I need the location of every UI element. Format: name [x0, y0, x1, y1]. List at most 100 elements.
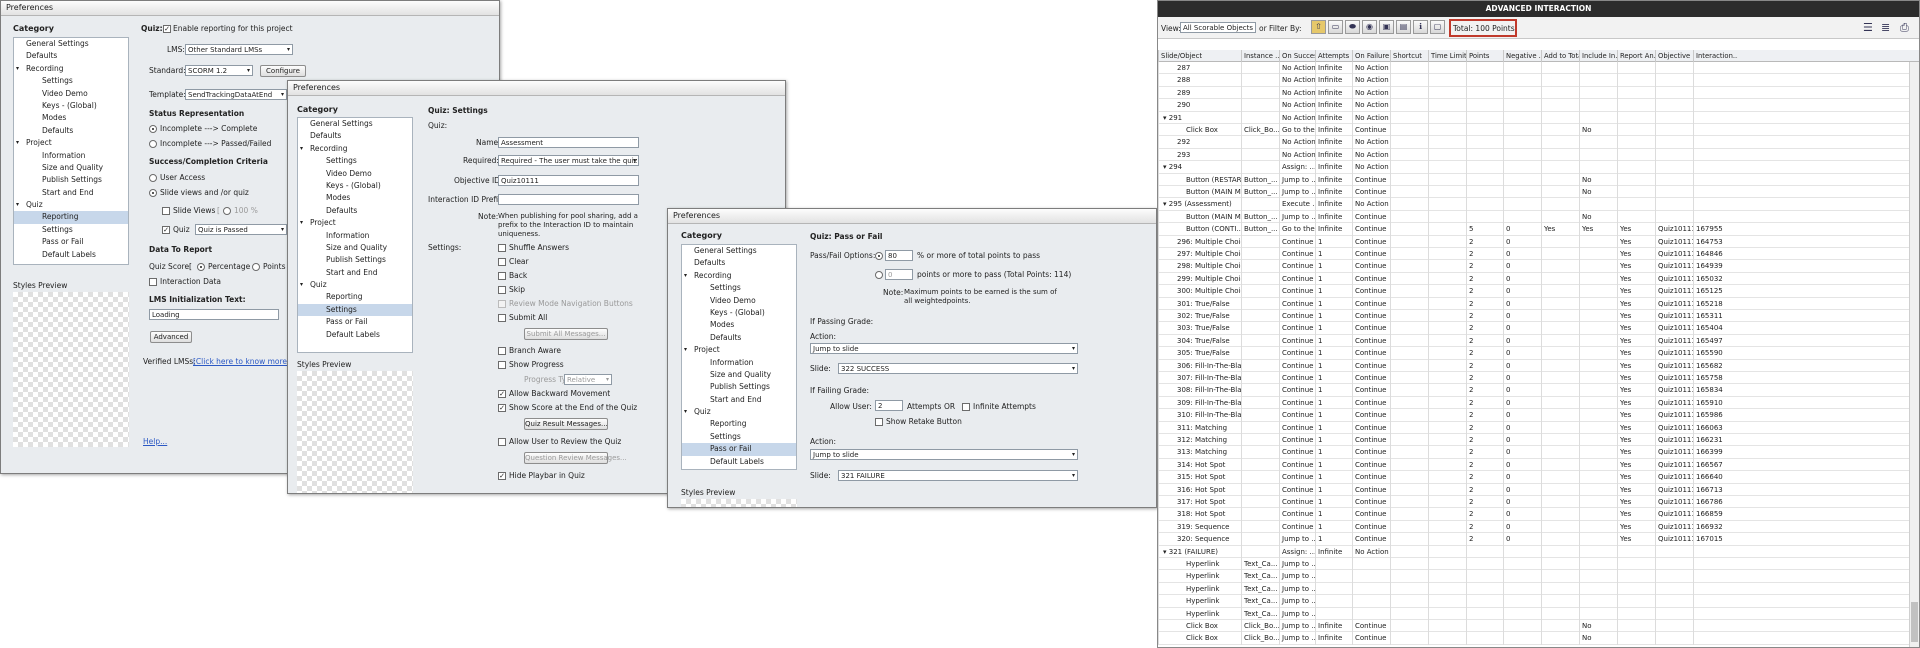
tree-item[interactable]: Defaults — [682, 332, 796, 344]
allow-review-checkbox[interactable] — [498, 438, 506, 446]
points-pass-radio[interactable] — [875, 271, 883, 279]
tree-item[interactable]: ▾ Quiz — [682, 406, 796, 418]
column-header[interactable]: Instance ... — [1241, 50, 1279, 62]
hide-playbar-checkbox[interactable]: ✓ — [498, 472, 506, 480]
table-row[interactable]: 287 No Action Infinite No Action — [1158, 62, 1919, 75]
table-row[interactable]: ▾ 295 (Assessment) Execute ...InfiniteNo … — [1158, 198, 1919, 211]
tree-item[interactable]: Video Demo — [682, 295, 796, 307]
back-checkbox[interactable] — [498, 272, 506, 280]
percent-pass-input[interactable]: 80 — [885, 250, 913, 261]
tree-item[interactable]: Settings — [298, 155, 412, 167]
table-row[interactable]: 290 No Action Infinite No Action — [1158, 99, 1919, 112]
lms-init-input[interactable]: Loading — [149, 309, 279, 320]
column-header[interactable]: Include In... — [1579, 50, 1617, 62]
table-row[interactable]: Button (MAIN M...Button_...Jump to ...In… — [1158, 186, 1919, 199]
table-row[interactable]: 288 No Action Infinite No Action — [1158, 74, 1919, 87]
table-row[interactable]: Hyperlink Text_Ca... Jump to ... — [1158, 558, 1919, 571]
chevron-down-icon[interactable]: ▾ — [684, 406, 687, 418]
tree-item[interactable]: Information — [298, 230, 412, 242]
tree-item[interactable]: Modes — [682, 319, 796, 331]
objective-id-input[interactable]: Quiz10111 — [498, 175, 639, 186]
scrollbar-thumb[interactable] — [1911, 602, 1918, 642]
table-row[interactable]: 296: Multiple Choice Continue1Continue 20 Y… — [1158, 235, 1919, 248]
skip-checkbox[interactable] — [498, 286, 506, 294]
tree-item[interactable]: Defaults — [682, 257, 796, 269]
user-access-radio[interactable] — [149, 174, 157, 182]
filter-slide-icon[interactable]: ▭ — [1328, 20, 1343, 34]
tree-item[interactable]: Start and End — [14, 187, 128, 199]
show-retake-checkbox[interactable] — [875, 418, 883, 426]
help-link[interactable]: Help... — [143, 437, 167, 446]
tree-item[interactable]: Pass or Fail — [682, 443, 796, 456]
tree-item[interactable]: Video Demo — [298, 168, 412, 180]
table-row[interactable]: 289 No Action Infinite No Action — [1158, 86, 1919, 100]
tree-item[interactable]: Keys - (Global) — [298, 180, 412, 192]
table-row[interactable]: 297: Multiple Choice Continue1Continue 20 Y… — [1158, 248, 1919, 261]
table-row[interactable]: 319: Sequence Continue 1 Continue 2 0 Yes Quiz1… — [1158, 520, 1919, 534]
table-row[interactable]: 307: Fill-In-The-Blank Continue1Continue 2… — [1158, 372, 1919, 385]
table-row[interactable]: 293 No Action Infinite No Action — [1158, 148, 1919, 162]
tree-item[interactable]: Publish Settings — [682, 381, 796, 393]
chevron-down-icon[interactable]: ▾ — [16, 199, 19, 211]
incomplete-passed-radio[interactable] — [149, 140, 157, 148]
tree-item[interactable]: General Settings — [14, 38, 128, 50]
column-header[interactable]: Add to Total — [1541, 50, 1579, 62]
table-row[interactable]: 313: Matching Continue 1 Continue 2 0 Yes Quiz1… — [1158, 446, 1919, 459]
points-pass-input[interactable]: 0 — [885, 269, 913, 280]
quiz-checkbox[interactable]: ✓ — [162, 226, 170, 234]
table-row[interactable]: 302: True/False Continue 1 Continue 2 0 Yes Qui… — [1158, 310, 1919, 323]
tree-item[interactable]: Defaults — [298, 205, 412, 217]
tree-item[interactable]: General Settings — [682, 245, 796, 257]
tree-item[interactable]: Default Labels — [298, 329, 412, 341]
tree-item[interactable]: Default Labels — [682, 456, 796, 468]
print-icon[interactable]: ⎙ — [1900, 21, 1909, 35]
tree-item[interactable]: Modes — [298, 192, 412, 204]
chevron-down-icon[interactable]: ▾ — [300, 143, 303, 155]
submit-all-messages-button[interactable]: Submit All Messages... — [524, 328, 608, 340]
column-header[interactable]: Points — [1466, 50, 1503, 62]
advanced-button[interactable]: Advanced — [150, 331, 192, 343]
chevron-down-icon[interactable]: ▾ — [16, 137, 19, 149]
table-row[interactable]: 308: Fill-In-The-Blank Continue1Continue 2… — [1158, 384, 1919, 397]
tree-item[interactable]: Pass or Fail — [14, 236, 128, 248]
template-select[interactable]: SendTrackingDataAtEnd ▾ — [185, 89, 287, 100]
filter-info-icon[interactable]: ℹ — [1413, 20, 1428, 34]
table-row[interactable]: Button (CONTI...Button_...Go to the...In… — [1158, 223, 1919, 236]
quiz-result-messages-button[interactable]: Quiz Result Messages... — [524, 418, 608, 430]
tree-item[interactable]: ▾ Quiz — [14, 199, 128, 211]
table-row[interactable]: 315: Hot Spot Continue 1 Continue 2 0 Yes Quiz1… — [1158, 471, 1919, 484]
table-row[interactable]: 317: Hot Spot Continue 1 Continue 2 0 Yes Quiz1… — [1158, 496, 1919, 509]
tree-item[interactable]: Publish Settings — [298, 254, 412, 266]
table-row[interactable]: Click Box Click_Bo... Jump to ... Infinite C… — [1158, 620, 1919, 633]
table-row[interactable]: 301: True/False Continue 1 Continue 2 0 Yes Qui… — [1158, 297, 1919, 310]
progress-type-select[interactable]: Relative ▾ — [564, 374, 612, 385]
filter-clickbox-icon[interactable]: ▣ — [1379, 20, 1394, 34]
tree-item[interactable]: ▾ Quiz — [298, 279, 412, 291]
chevron-down-icon[interactable]: ▾ — [684, 344, 687, 356]
column-header[interactable]: Report An... — [1617, 50, 1655, 62]
tree-item[interactable]: Modes — [14, 112, 128, 124]
table-row[interactable]: 303: True/False Continue 1 Continue 2 0 Yes Qui… — [1158, 322, 1919, 335]
tree-item[interactable]: Defaults — [14, 125, 128, 137]
slide-views-quiz-radio[interactable] — [149, 189, 157, 197]
table-row[interactable]: 320: Sequence Jump to ... 1 Continue 2 0 Yes Qu… — [1158, 533, 1919, 546]
column-header[interactable]: On Failure — [1352, 50, 1390, 62]
view-select[interactable]: All Scorable Objects — [1180, 22, 1256, 33]
review-nav-checkbox[interactable] — [498, 300, 506, 308]
chevron-down-icon[interactable]: ▾ — [300, 279, 303, 291]
shuffle-answers-checkbox[interactable] — [498, 244, 506, 252]
table-row[interactable]: 304: True/False Continue 1 Continue 2 0 Yes Qui… — [1158, 334, 1919, 348]
detail-view-icon[interactable]: ≣ — [1881, 21, 1890, 34]
tree-item[interactable]: Keys - (Global) — [14, 100, 128, 112]
table-row[interactable]: 300: Multiple Choice Continue1Continue 20 Y… — [1158, 285, 1919, 298]
column-header[interactable]: Shortcut — [1390, 50, 1428, 62]
tree-item[interactable]: ▾ Project — [14, 137, 128, 149]
tree-item[interactable]: Size and Quality — [298, 242, 412, 254]
column-header[interactable]: Negative ... — [1503, 50, 1541, 62]
branch-aware-checkbox[interactable] — [498, 347, 506, 355]
attempts-input[interactable]: 2 — [875, 400, 903, 411]
points-radio[interactable] — [252, 263, 260, 271]
percentage-radio[interactable] — [197, 263, 205, 271]
tree-item[interactable]: Default Labels — [14, 249, 128, 261]
table-row[interactable]: 292 No Action Infinite No Action — [1158, 136, 1919, 149]
